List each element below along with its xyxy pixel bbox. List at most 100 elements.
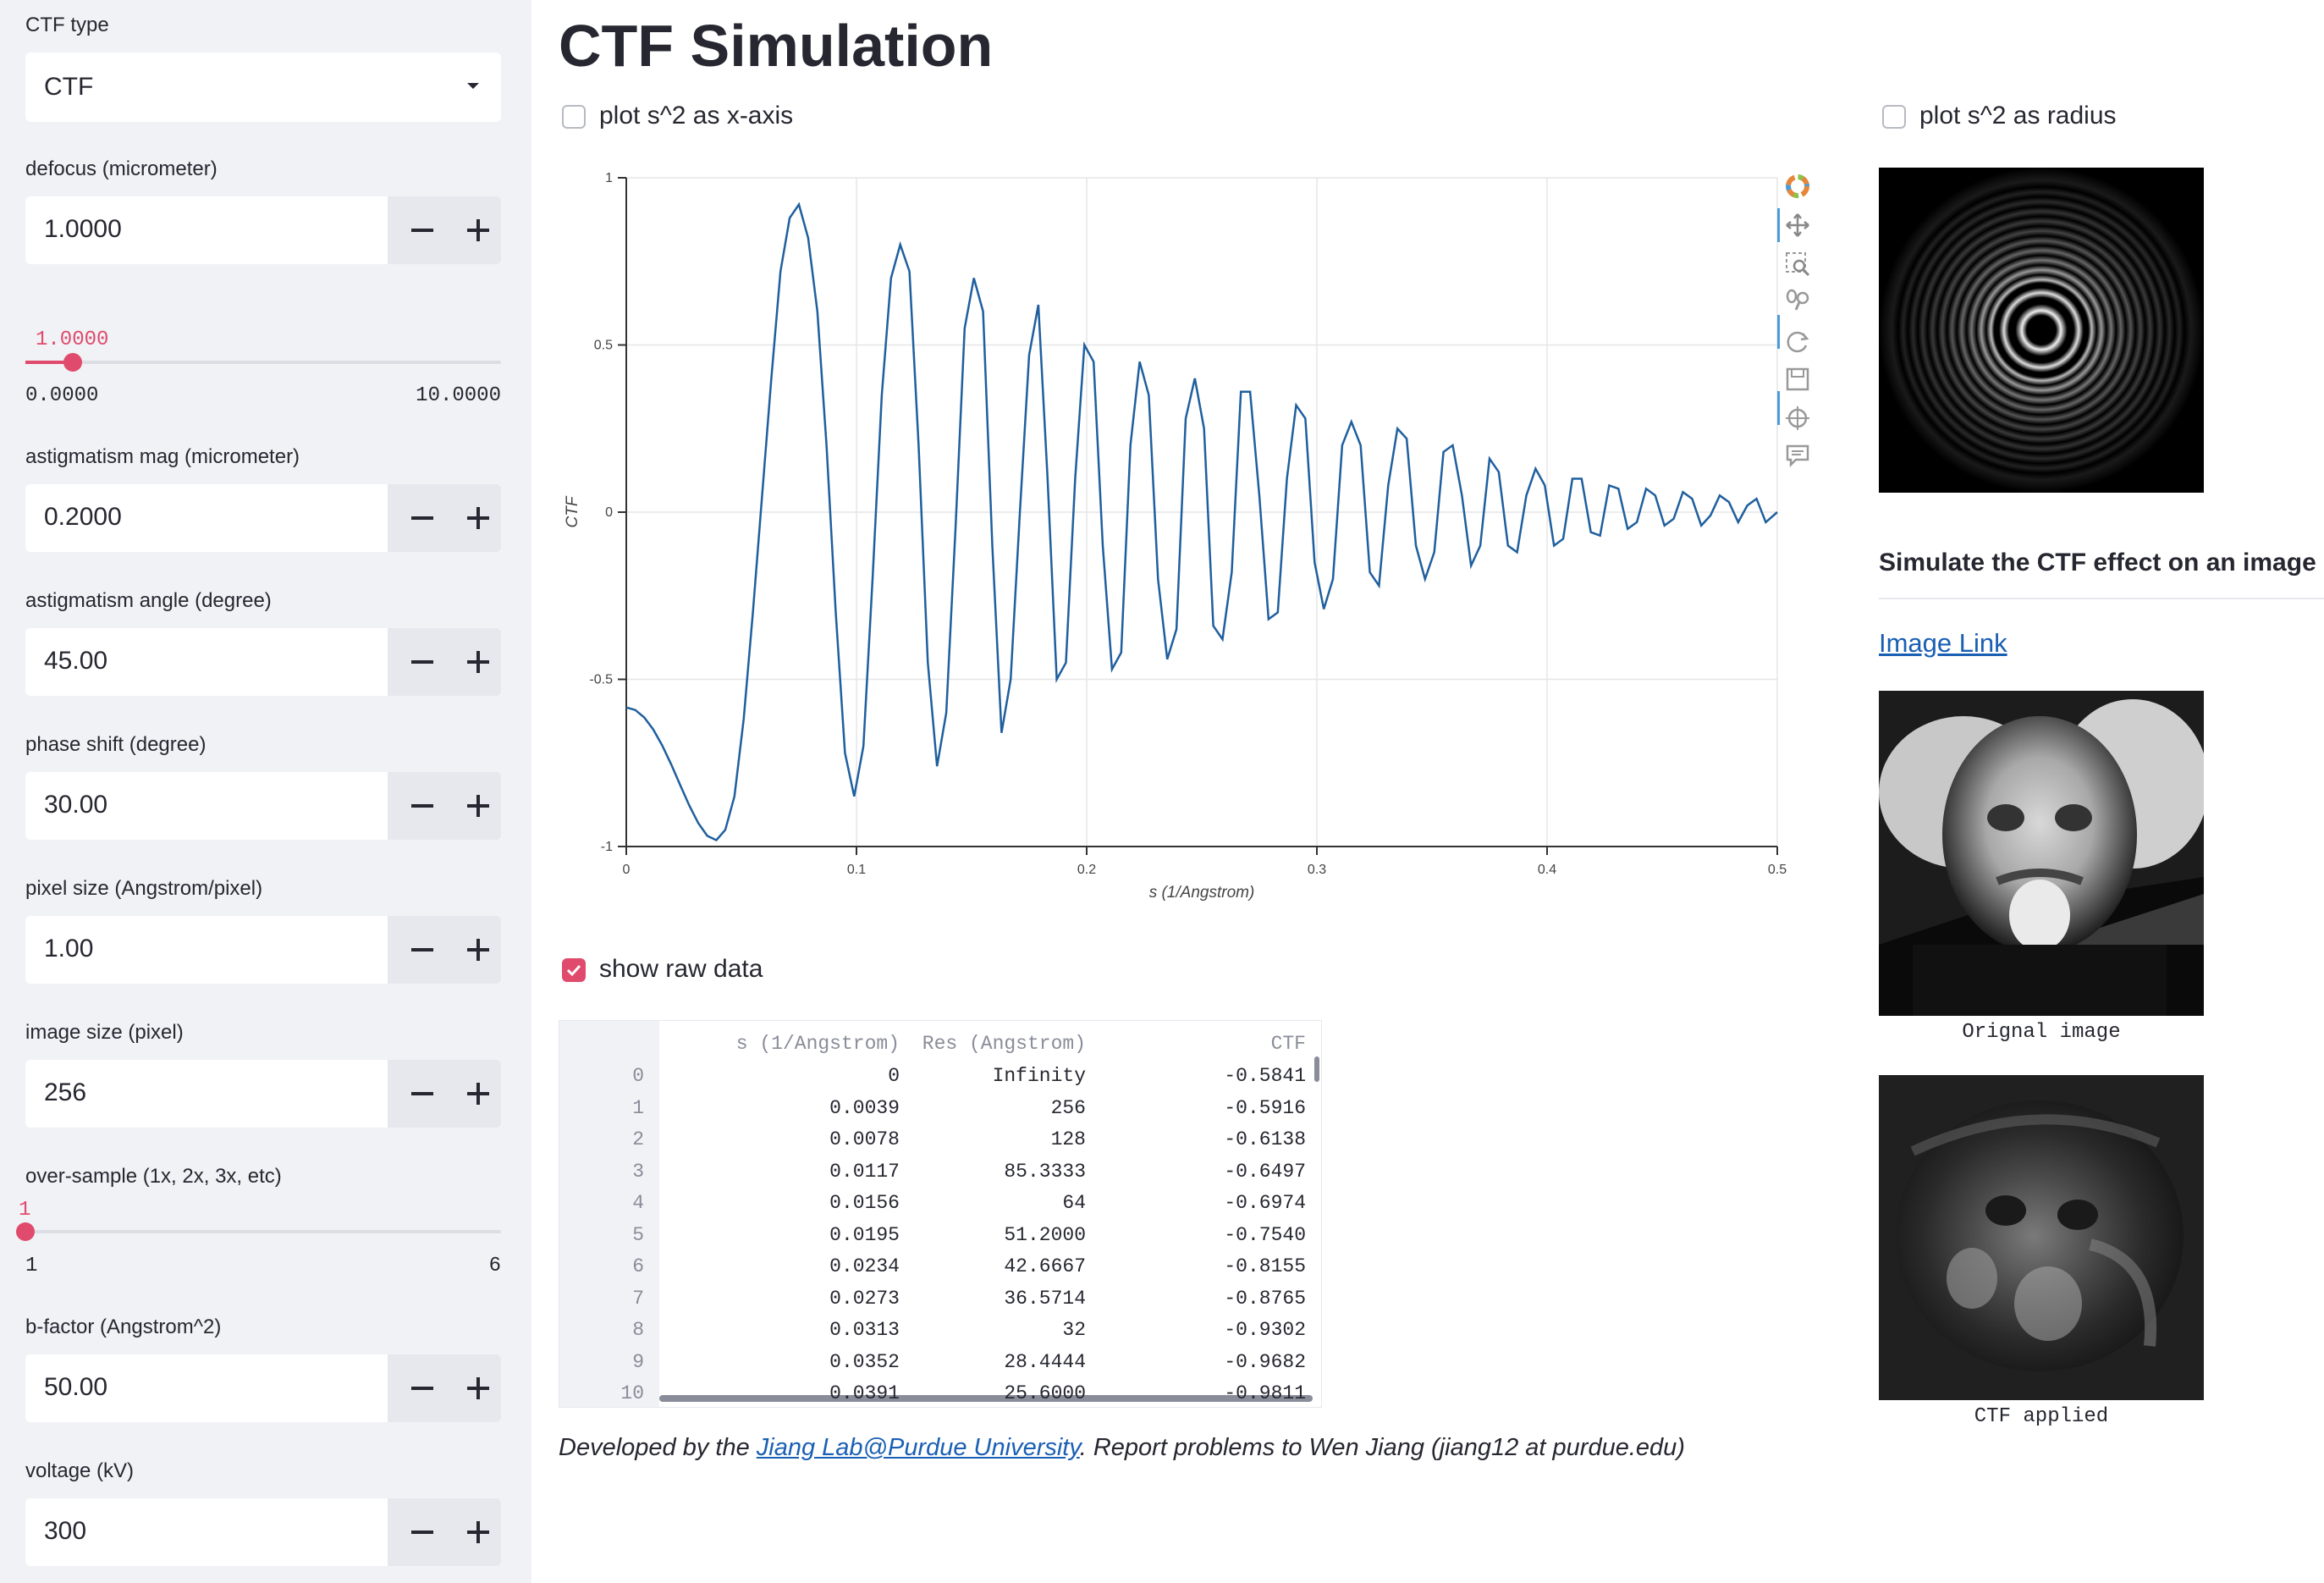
table-cell: 28.4444 — [1004, 1350, 1086, 1373]
box-zoom-icon[interactable] — [1784, 251, 1811, 278]
plot-s2-radius-checkbox[interactable] — [1882, 105, 1906, 129]
bfactor-value: 50.00 — [44, 1373, 108, 1401]
astig-mag-stepper — [388, 484, 501, 552]
y-tick-label: -0.5 — [589, 673, 613, 687]
table-cell: 36.5714 — [1004, 1287, 1086, 1310]
defocus-slider-thumb[interactable] — [63, 353, 83, 372]
plot-s2-radius-label: plot s^2 as radius — [1919, 102, 2117, 130]
ctf-chart[interactable]: 0 0.1 0.2 0.3 0.4 0.5 1 0.5 0 -0.5 -1 s (1/Angstrom… — [559, 161, 1794, 940]
voltage-input[interactable]: 300 — [25, 1498, 388, 1566]
voltage-minus-button[interactable] — [411, 1531, 433, 1534]
bfactor-plus-button[interactable] — [467, 1377, 489, 1399]
image-size-label: image size (pixel) — [25, 1021, 184, 1044]
ctf-type-value: CTF — [44, 73, 94, 101]
table-cell: 51.2000 — [1004, 1223, 1086, 1246]
astig-angle-value: 45.00 — [44, 647, 108, 675]
table-cell: -0.6497 — [1224, 1160, 1306, 1183]
astig-angle-plus-button[interactable] — [467, 651, 489, 673]
plot-s2-xaxis-checkbox[interactable] — [562, 105, 586, 129]
table-cell: 0.0234 — [829, 1255, 900, 1277]
voltage-value: 300 — [44, 1517, 87, 1545]
pixel-size-input[interactable]: 1.00 — [25, 916, 388, 984]
defocus-minus-button[interactable] — [411, 229, 433, 232]
slider-track — [25, 1230, 501, 1233]
phase-shift-stepper — [388, 772, 501, 840]
ctf-2d-image — [1879, 168, 2204, 493]
table-cell: 128 — [1050, 1128, 1086, 1150]
table-cell: -0.8765 — [1224, 1287, 1306, 1310]
table-vertical-scrollbar[interactable] — [1314, 1056, 1319, 1082]
wheel-zoom-icon[interactable] — [1784, 288, 1811, 315]
oversample-slider-max: 6 — [488, 1255, 501, 1277]
pan-icon[interactable] — [1784, 212, 1811, 239]
defocus-input-group: 1.0000 — [25, 196, 501, 264]
bokeh-logo-icon[interactable] — [1784, 173, 1811, 200]
pixel-size-plus-button[interactable] — [467, 939, 489, 961]
slider-track — [25, 361, 501, 364]
table-horizontal-scrollbar[interactable] — [659, 1395, 1313, 1402]
astig-mag-minus-button[interactable] — [411, 516, 433, 520]
pixel-size-label: pixel size (Angstrom/pixel) — [25, 877, 263, 900]
table-row-index: 9 — [632, 1350, 644, 1373]
astig-angle-input[interactable]: 45.00 — [25, 628, 388, 696]
pixel-size-input-group: 1.00 — [25, 916, 501, 984]
jiang-lab-link[interactable]: Jiang Lab@Purdue University — [757, 1434, 1080, 1461]
pixel-size-stepper — [388, 916, 501, 984]
voltage-plus-button[interactable] — [467, 1521, 489, 1543]
astig-mag-plus-button[interactable] — [467, 507, 489, 529]
table-row-index: 6 — [632, 1255, 644, 1277]
table-row-index: 1 — [632, 1096, 644, 1119]
defocus-plus-button[interactable] — [467, 219, 489, 241]
crosshair-icon[interactable] — [1784, 405, 1811, 432]
hover-icon[interactable] — [1784, 442, 1811, 469]
pixel-size-minus-button[interactable] — [411, 948, 433, 951]
table-cell: -0.9811 — [1224, 1382, 1306, 1404]
save-icon[interactable] — [1784, 366, 1811, 393]
ctf-type-select[interactable]: CTF — [25, 52, 501, 122]
voltage-stepper — [388, 1498, 501, 1566]
table-cell: -0.6138 — [1224, 1128, 1306, 1150]
phase-shift-label: phase shift (degree) — [25, 733, 207, 756]
table-cell: -0.5916 — [1224, 1096, 1306, 1119]
phase-shift-minus-button[interactable] — [411, 804, 433, 808]
show-raw-data-checkbox[interactable] — [562, 958, 586, 982]
astig-mag-input[interactable]: 0.2000 — [25, 484, 388, 552]
image-size-input-group: 256 — [25, 1060, 501, 1128]
table-cell: 0.0391 — [829, 1382, 900, 1404]
table-row-index: 5 — [632, 1223, 644, 1246]
oversample-slider-thumb[interactable] — [16, 1222, 35, 1241]
table-cell: 0.0352 — [829, 1350, 900, 1373]
original-image-caption: Orignal image — [1962, 1021, 2121, 1044]
bfactor-input[interactable]: 50.00 — [25, 1354, 388, 1422]
footer-prefix: Developed by the — [559, 1434, 757, 1461]
astig-angle-label: astigmatism angle (degree) — [25, 589, 272, 612]
bfactor-input-group: 50.00 — [25, 1354, 501, 1422]
defocus-slider-value: 1.0000 — [36, 328, 109, 351]
image-size-minus-button[interactable] — [411, 1092, 433, 1095]
bfactor-minus-button[interactable] — [411, 1387, 433, 1390]
show-raw-data-label: show raw data — [599, 955, 763, 983]
table-cell: 32 — [1062, 1319, 1086, 1341]
chevron-down-icon — [467, 83, 479, 89]
table-cell: -0.6974 — [1224, 1192, 1306, 1214]
phase-shift-input[interactable]: 30.00 — [25, 772, 388, 840]
ctf-applied-image — [1879, 1075, 2204, 1400]
table-row-index: 3 — [632, 1160, 644, 1183]
phase-shift-plus-button[interactable] — [467, 795, 489, 817]
table-cell: 0.0313 — [829, 1319, 900, 1341]
image-link[interactable]: Image Link — [1879, 628, 2007, 659]
divider — [1879, 598, 2324, 599]
y-tick-label: 1 — [605, 171, 613, 185]
image-size-plus-button[interactable] — [467, 1083, 489, 1105]
raw-data-table[interactable]: s (1/Angstrom) Res (Angstrom) CTF 0 0 Infi… — [559, 1020, 1322, 1408]
astig-angle-minus-button[interactable] — [411, 660, 433, 664]
footer: Developed by the Jiang Lab@Purdue Univer… — [559, 1434, 1685, 1462]
phase-shift-input-group: 30.00 — [25, 772, 501, 840]
checkmark-icon — [566, 964, 581, 977]
image-size-input[interactable]: 256 — [25, 1060, 388, 1128]
defocus-input[interactable]: 1.0000 — [25, 196, 388, 264]
reset-icon[interactable] — [1784, 328, 1811, 356]
table-cell: 256 — [1050, 1096, 1086, 1119]
footer-suffix: . Report problems to Wen Jiang (jiang12 … — [1079, 1434, 1685, 1461]
x-tick-label: 0.4 — [1538, 863, 1556, 877]
